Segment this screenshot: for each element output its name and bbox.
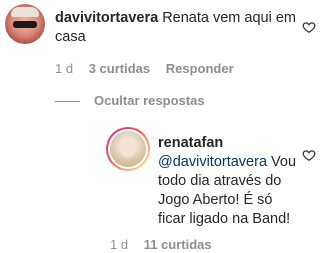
reply-time: 1 d [110,237,129,252]
heart-icon[interactable] [302,148,316,162]
hide-replies-button[interactable]: Ocultar respostas [94,93,205,109]
mention-link[interactable]: @davivitortavera [158,154,267,170]
reply-username-line: renatafan [158,134,298,153]
reply-username[interactable]: renatafan [158,135,223,151]
replies-divider [55,101,80,102]
avatar[interactable] [5,4,45,44]
comment-time: 1 d [55,61,74,76]
likes-count[interactable]: 3 curtidas [89,61,150,76]
heart-icon[interactable] [302,20,316,34]
reply-meta: 1 d 11 curtidas [110,237,224,253]
likes-count[interactable]: 11 curtidas [144,237,212,252]
comment-meta: 1 d 3 curtidas Responder [55,61,246,77]
comment-username[interactable]: davivitortavera [55,10,158,26]
reply-button[interactable]: Responder [166,61,234,76]
reply-text: @davivitortavera Vou todo dia através do… [158,153,298,229]
comment-text: davivitortavera Renata vem aqui em casa [55,9,300,47]
avatar [110,131,146,167]
avatar-story-ring[interactable] [106,127,150,171]
